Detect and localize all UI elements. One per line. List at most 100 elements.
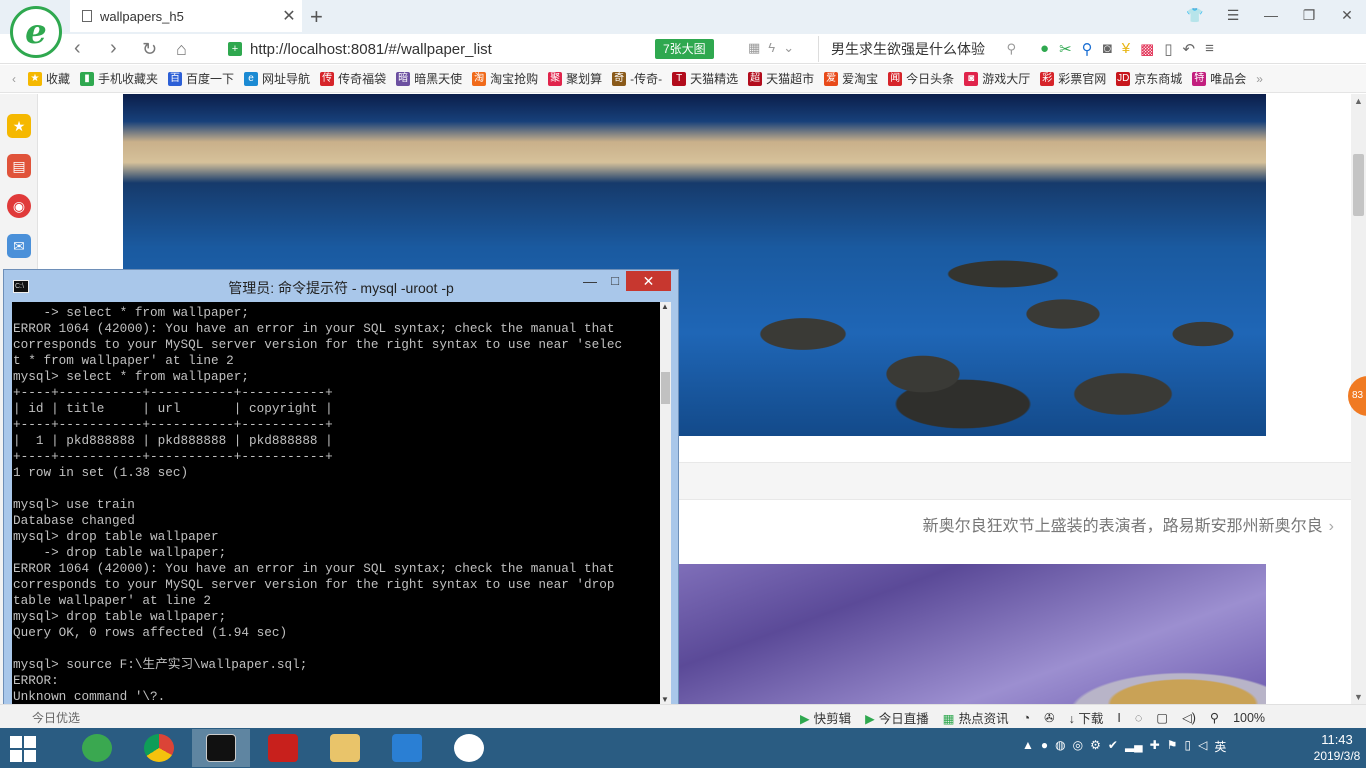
- taskbar-app[interactable]: [378, 729, 436, 767]
- restore-button[interactable]: ❐: [1290, 0, 1328, 30]
- taskbar-app[interactable]: [192, 729, 250, 767]
- coin-icon[interactable]: ¥: [1122, 40, 1130, 58]
- window-icon[interactable]: ▢: [1156, 710, 1168, 725]
- volume-icon[interactable]: ◁): [1182, 710, 1196, 725]
- qq-icon[interactable]: ●: [1041, 738, 1048, 755]
- close-tab-icon[interactable]: ✕: [276, 6, 302, 26]
- fav-item[interactable]: 暗暗黑天使: [396, 70, 462, 87]
- mail-icon[interactable]: ✉: [7, 234, 31, 258]
- magnifier-icon[interactable]: ⚲: [1082, 40, 1093, 58]
- taskbar-app[interactable]: [440, 729, 498, 767]
- network-icon[interactable]: ▂▄: [1125, 738, 1143, 755]
- fav-item[interactable]: 奇 -传奇-: [612, 70, 662, 87]
- back-icon[interactable]: ‹: [74, 37, 81, 60]
- cmd-maximize-button[interactable]: □: [604, 273, 626, 288]
- search-box[interactable]: 男生求生欲强是什么体验 ⚲: [818, 36, 1016, 62]
- settings-icon[interactable]: ⚙: [1090, 738, 1101, 755]
- fav-item[interactable]: JD 京东商城: [1116, 70, 1182, 87]
- cmd-minimize-button[interactable]: —: [579, 273, 601, 289]
- more-menu-icon[interactable]: ≡: [1205, 40, 1214, 58]
- flag-icon[interactable]: ⚑: [1167, 738, 1178, 755]
- cmd-titlebar[interactable]: C:\ 管理员: 命令提示符 - mysql -uroot -p — □ ✕: [4, 270, 678, 302]
- scroll-thumb[interactable]: [661, 372, 670, 404]
- translate-icon[interactable]: ●: [1040, 40, 1049, 58]
- search-input[interactable]: 男生求生欲强是什么体验: [831, 39, 1006, 59]
- undo-icon[interactable]: ↶: [1183, 40, 1196, 58]
- status-item[interactable]: ▦ 热点资讯: [943, 708, 1009, 727]
- cmd-window[interactable]: C:\ 管理员: 命令提示符 - mysql -uroot -p — □ ✕ -…: [3, 269, 679, 711]
- pin-icon[interactable]: ✇: [1044, 710, 1054, 725]
- more-favorites-icon[interactable]: »: [1256, 72, 1263, 86]
- scroll-down-icon[interactable]: ▼: [661, 695, 669, 704]
- fav-item[interactable]: 传传奇福袋: [320, 70, 386, 87]
- taskbar-app[interactable]: [68, 729, 126, 767]
- console-output[interactable]: -> select * from wallpaper; ERROR 1064 (4…: [12, 302, 660, 704]
- taskbar-app[interactable]: [316, 729, 374, 767]
- security-icon[interactable]: ◍: [1055, 738, 1065, 755]
- volume-tray-icon[interactable]: ◁: [1198, 738, 1207, 755]
- taskbar-app[interactable]: [254, 729, 312, 767]
- tray-expand-icon[interactable]: ▲: [1022, 738, 1034, 755]
- fav-item[interactable]: 超天猫超市: [748, 70, 814, 87]
- fav-item[interactable]: 聚聚划算: [548, 70, 602, 87]
- scroll-down-icon[interactable]: ▼: [1354, 692, 1363, 702]
- fav-item[interactable]: 淘淘宝抢购: [472, 70, 538, 87]
- console-scrollbar[interactable]: ▲ ▼: [660, 302, 671, 704]
- browser-tab[interactable]: wallpapers_h5 ✕: [70, 0, 302, 32]
- gamepad-icon[interactable]: ◙: [1103, 40, 1112, 58]
- search-icon[interactable]: ⚲: [1006, 41, 1016, 57]
- check-icon[interactable]: ✔: [1108, 738, 1118, 755]
- scroll-up-icon[interactable]: ▲: [661, 302, 669, 311]
- shirt-icon[interactable]: 👕: [1176, 0, 1214, 30]
- fav-item[interactable]: T 天猫精选: [672, 70, 738, 87]
- favorites-star-icon[interactable]: ★: [7, 114, 31, 138]
- scroll-up-icon[interactable]: ▲: [1354, 96, 1363, 106]
- menu-icon[interactable]: ☰: [1214, 0, 1252, 30]
- status-item[interactable]: ▶ 今日直播: [865, 708, 929, 727]
- wallpaper-caption[interactable]: 新奥尔良狂欢节上盛装的表演者，路易斯安那州新奥尔良 ›: [923, 512, 1334, 536]
- minimize-button[interactable]: —: [1252, 0, 1290, 30]
- status-item[interactable]: ▶ 快剪辑: [800, 708, 851, 727]
- reader-icon[interactable]: ▯: [1164, 40, 1172, 58]
- taskbar-app[interactable]: [130, 729, 188, 767]
- url-text[interactable]: http://localhost:8081/#/wallpaper_list: [250, 41, 492, 58]
- status-left-text[interactable]: 今日优选: [32, 709, 80, 726]
- scroll-thumb[interactable]: [1353, 154, 1364, 216]
- cursor-icon[interactable]: I: [1117, 711, 1120, 725]
- home-icon[interactable]: ⌂: [176, 39, 187, 60]
- ime-indicator[interactable]: 英: [1214, 738, 1226, 755]
- new-tab-button[interactable]: +: [310, 4, 323, 30]
- fav-item[interactable]: ◙ 游戏大厅: [964, 70, 1030, 87]
- fav-item[interactable]: e 网址导航: [244, 70, 310, 87]
- zoom-level[interactable]: 100%: [1233, 711, 1265, 725]
- cmd-close-button[interactable]: ✕: [626, 271, 671, 291]
- status-item[interactable]: ↓ 下载: [1069, 708, 1104, 727]
- lightning-icon[interactable]: ϟ: [768, 40, 783, 55]
- zoom-icon[interactable]: ⚲: [1210, 710, 1219, 725]
- fav-item[interactable]: 百百度一下: [168, 70, 234, 87]
- speed-icon[interactable]: ◔: [1023, 711, 1031, 725]
- fav-item[interactable]: 爱爱淘宝: [824, 70, 878, 87]
- fav-item[interactable]: ★ 收藏: [28, 70, 70, 87]
- weibo-icon[interactable]: ◉: [7, 194, 31, 218]
- plus-icon[interactable]: ✚: [1150, 738, 1160, 755]
- news-icon[interactable]: ▤: [7, 154, 31, 178]
- battery-icon[interactable]: ▯: [1185, 738, 1192, 755]
- scissors-icon[interactable]: ✂: [1059, 40, 1072, 58]
- system-clock[interactable]: 11:43 2019/3/8: [1310, 731, 1364, 765]
- close-window-button[interactable]: ✕: [1328, 0, 1366, 30]
- clean-icon[interactable]: ◌: [1135, 711, 1142, 725]
- fav-item[interactable]: 闻今日头条: [888, 70, 954, 87]
- dropdown-icon[interactable]: ⌄: [783, 40, 802, 55]
- fav-item[interactable]: 彩彩票官网: [1040, 70, 1106, 87]
- favbar-collapse-icon[interactable]: ‹: [12, 72, 16, 86]
- fav-item[interactable]: 特唯品会: [1192, 70, 1246, 87]
- forward-icon[interactable]: ›: [110, 37, 117, 60]
- big-image-button[interactable]: 7张大图: [655, 39, 714, 59]
- browser-logo[interactable]: e: [10, 6, 62, 58]
- grid-icon[interactable]: ▦: [748, 40, 768, 55]
- fav-item[interactable]: ▮ 手机收藏夹: [80, 70, 158, 87]
- 360-icon[interactable]: ◎: [1073, 738, 1083, 755]
- windows-start-button[interactable]: [10, 736, 38, 762]
- refresh-icon[interactable]: ↻: [142, 39, 157, 60]
